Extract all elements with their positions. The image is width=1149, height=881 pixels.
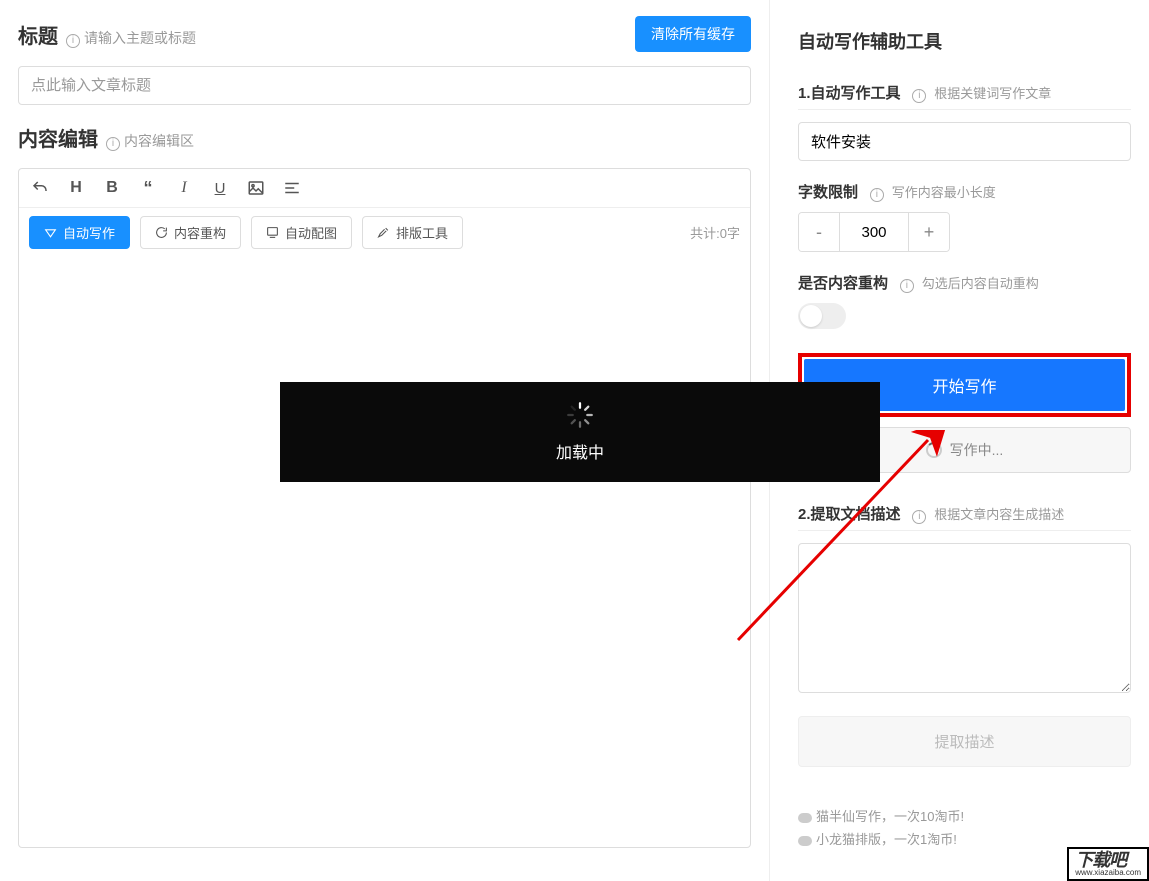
sidebar-title: 自动写作辅助工具 [798,28,1131,54]
info-icon: i [912,89,926,103]
content-editor: H B “ I U 自动写作 内容重构 自动配图 [18,168,751,848]
info-icon: i [106,137,120,151]
loading-spinner-icon [566,401,594,429]
note-line-2: 小龙猫排版，一次1淘币! [816,832,957,847]
bold-icon[interactable]: B [101,177,123,199]
heading-icon[interactable]: H [65,177,87,199]
watermark: 下载吧 www.xiazaiba.com [1067,847,1149,881]
underline-icon[interactable]: U [209,177,231,199]
loading-text: 加载中 [556,439,604,463]
auto-image-label: 自动配图 [285,223,337,242]
description-textarea[interactable] [798,543,1131,693]
title-section-label: 标题 [18,20,58,49]
word-count: 共计:0字 [690,223,740,242]
word-limit-stepper: - + [798,212,950,252]
word-limit-hint: 写作内容最小长度 [892,185,996,200]
auto-image-button[interactable]: 自动配图 [251,216,352,249]
note-line-1: 猫半仙写作，一次10淘币! [816,809,964,824]
align-icon[interactable] [281,177,303,199]
content-hint: 内容编辑区 [124,131,194,151]
writing-status-text: 写作中... [950,440,1004,460]
extract-desc-hint: 根据文章内容生成描述 [934,507,1064,522]
quote-icon[interactable]: “ [137,177,159,199]
restructure-button[interactable]: 内容重构 [140,216,241,249]
word-limit-label: 字数限制 [798,184,858,201]
restructure-toggle-hint: 勾选后内容自动重构 [922,276,1039,291]
cloud-icon [798,836,812,846]
editor-action-bar: 自动写作 内容重构 自动配图 排版工具 共计:0字 [19,208,750,257]
increase-button[interactable]: + [909,213,949,251]
auto-write-tool-label: 1.自动写作工具 [798,85,901,102]
content-section-label: 内容编辑 [18,123,98,152]
restructure-label: 内容重构 [174,223,226,242]
auto-write-button[interactable]: 自动写作 [29,216,130,249]
restructure-toggle-label: 是否内容重构 [798,275,888,292]
layout-tool-label: 排版工具 [396,223,448,242]
decrease-button[interactable]: - [799,213,839,251]
keyword-input[interactable] [798,122,1131,161]
title-hint: 请输入主题或标题 [84,28,196,48]
info-icon: i [66,34,80,48]
italic-icon[interactable]: I [173,177,195,199]
layout-tool-button[interactable]: 排版工具 [362,216,463,249]
extract-description-button[interactable]: 提取描述 [798,716,1131,767]
info-icon: i [870,188,884,202]
clear-cache-button[interactable]: 清除所有缓存 [635,16,751,52]
auto-write-label: 自动写作 [63,223,115,242]
watermark-url: www.xiazaiba.com [1075,869,1141,877]
watermark-text: 下载吧 [1075,850,1126,870]
auto-write-tool-hint: 根据关键词写作文章 [934,86,1051,101]
footer-notes: 猫半仙写作，一次10淘币! 小龙猫排版，一次1淘币! [798,805,1131,852]
image-icon[interactable] [245,177,267,199]
editor-toolbar: H B “ I U [19,169,750,208]
extract-desc-label: 2.提取文档描述 [798,506,901,523]
cloud-icon [798,813,812,823]
info-icon: i [900,279,914,293]
undo-icon[interactable] [29,177,51,199]
article-title-input[interactable] [18,66,751,105]
restructure-toggle[interactable] [798,303,846,329]
spinner-icon [926,442,942,458]
loading-overlay: 加载中 [280,382,880,482]
info-icon: i [912,510,926,524]
word-limit-value[interactable] [839,213,909,251]
